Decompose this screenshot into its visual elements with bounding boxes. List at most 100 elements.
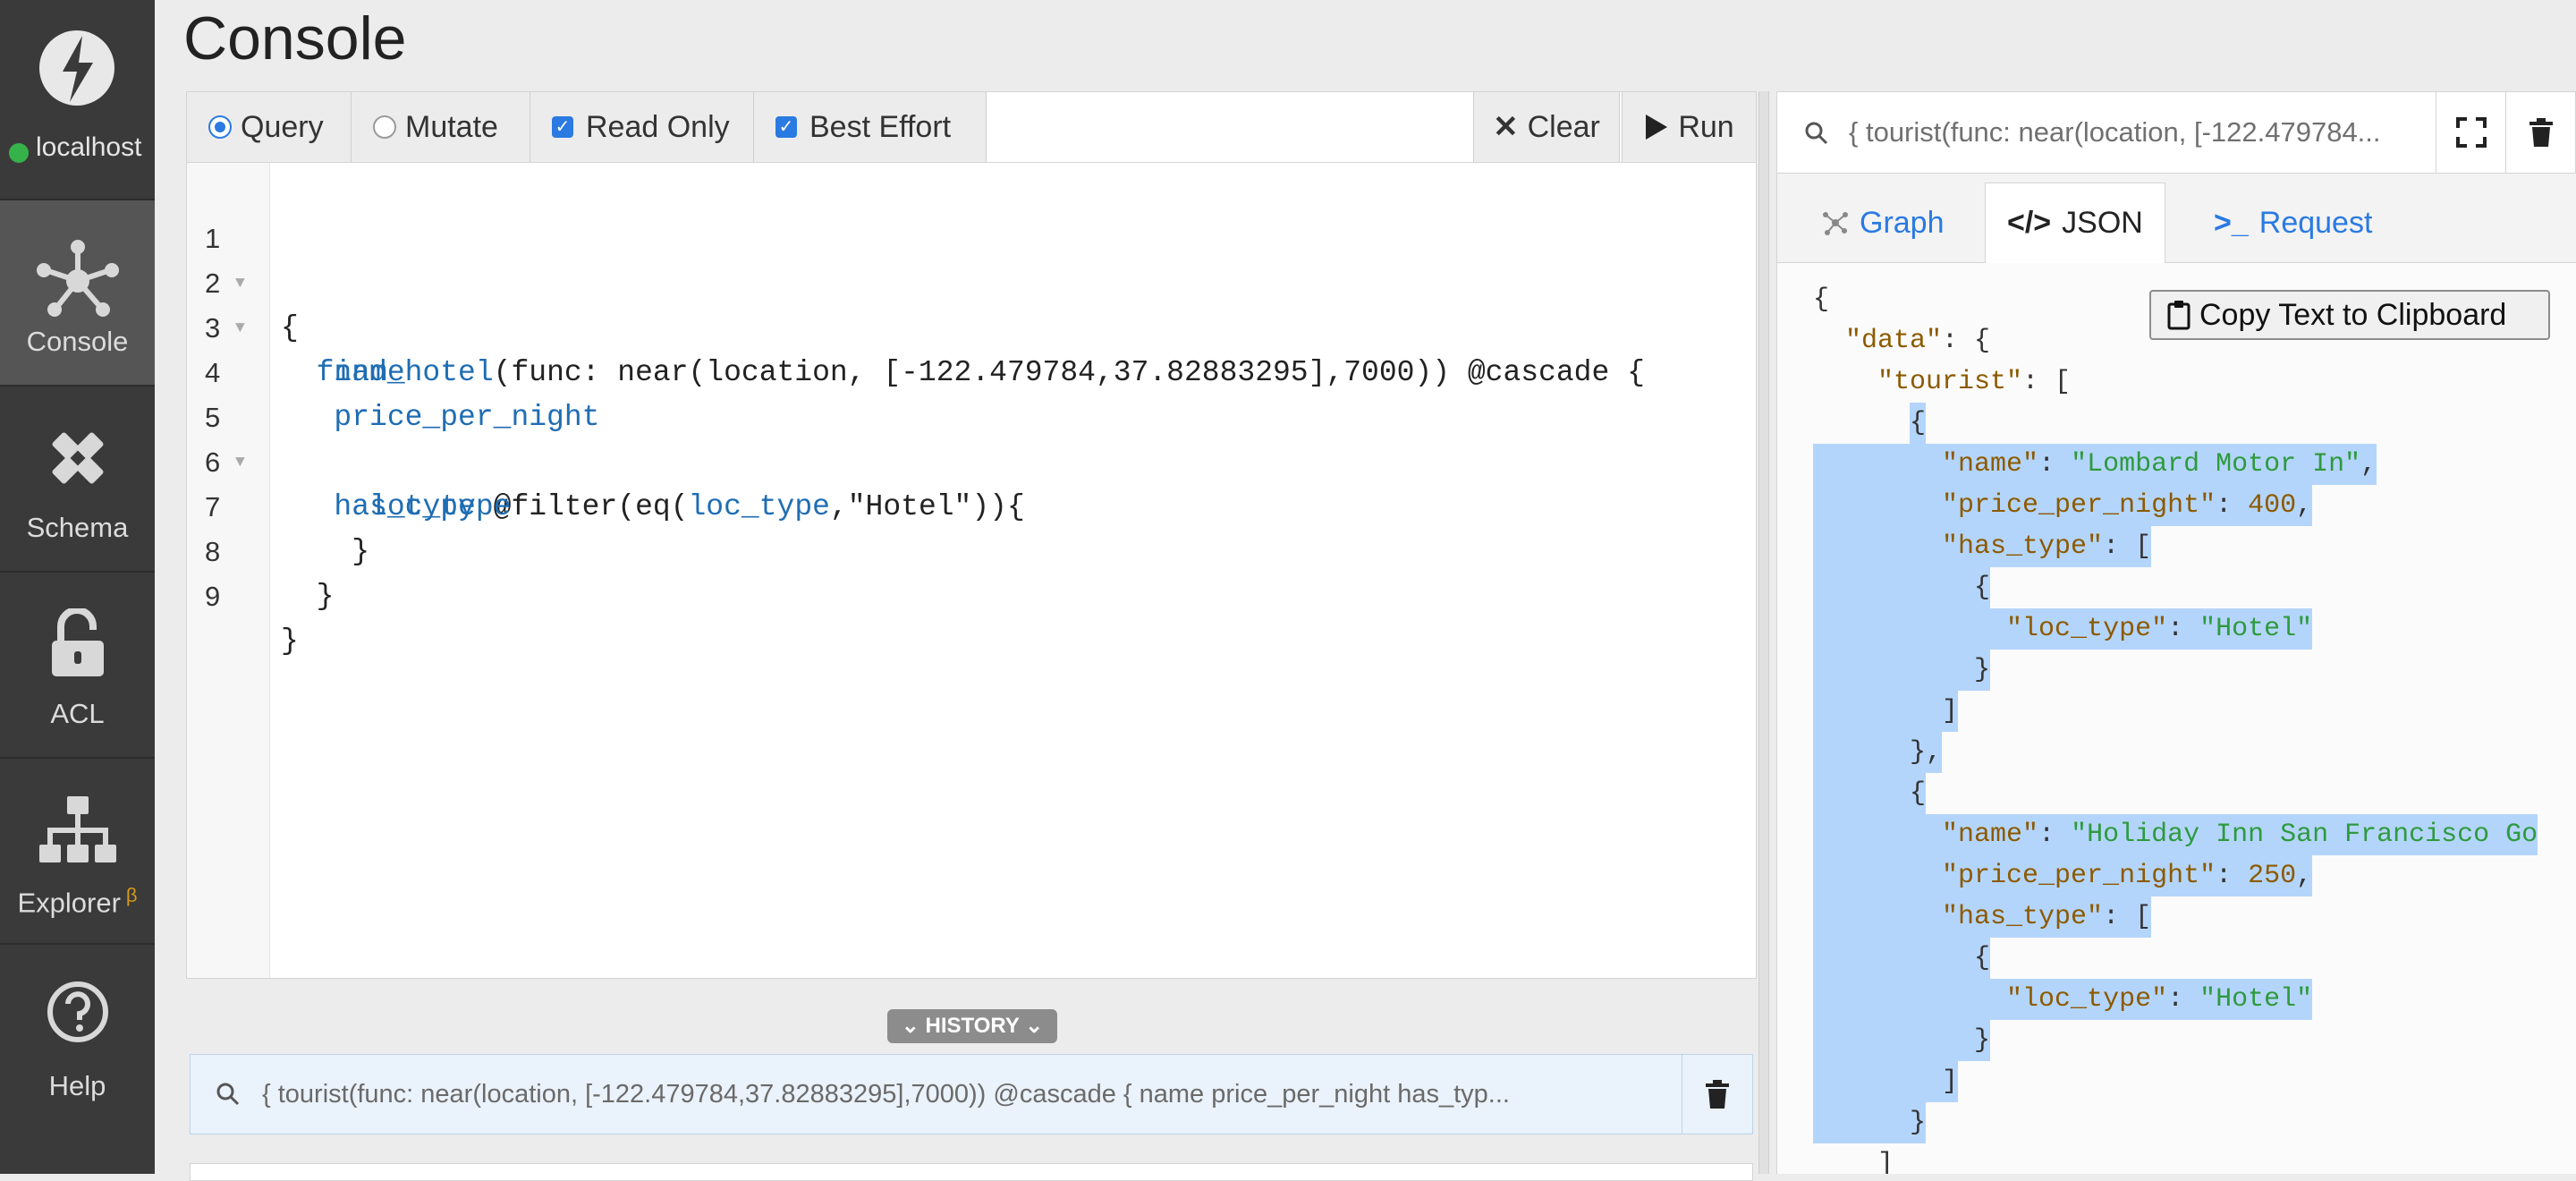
json-line: ]: [1777, 691, 2576, 732]
json-text: "price_per_night": 400,: [1942, 490, 2313, 521]
graph-icon: [1823, 212, 1848, 235]
json-text: "loc_type": "Hotel": [2006, 614, 2313, 644]
beta-badge: β: [125, 884, 138, 906]
read-only-checkbox[interactable]: ✓ Read Only: [530, 92, 754, 162]
code-line: 6 loc_type: [187, 395, 1756, 523]
tab-request-label: Request: [2258, 205, 2373, 240]
json-line: ]: [1777, 1143, 2576, 1174]
run-button[interactable]: Run: [1622, 92, 1756, 162]
dgraph-logo-icon: [39, 30, 114, 106]
checkbox-checked-icon: ✓: [775, 116, 797, 138]
history-entry[interactable]: [190, 1163, 1753, 1181]
tab-json-label: JSON: [2062, 206, 2143, 240]
sidebar-item-console[interactable]: Console: [0, 199, 155, 385]
json-line: {: [1777, 938, 2576, 979]
json-text: "price_per_night": 250,: [1942, 861, 2313, 891]
query-radio[interactable]: Query: [187, 92, 352, 162]
tab-request[interactable]: >_ Request: [2192, 183, 2394, 263]
json-text: }: [1813, 655, 1991, 685]
expand-icon: [2456, 117, 2487, 148]
clipboard-icon: [2167, 301, 2190, 330]
history-label: HISTORY: [925, 1014, 1020, 1038]
sidebar-item-label: Explorer β: [17, 884, 138, 919]
delete-result-button[interactable]: [2505, 92, 2576, 173]
sidebar-item-explorer[interactable]: Explorer β: [0, 757, 155, 943]
json-text: ]: [1813, 1066, 1959, 1097]
json-line: "name": "Holiday Inn San Francisco Go: [1777, 814, 2576, 855]
history-toggle[interactable]: ⌄ HISTORY ⌄: [887, 1009, 1057, 1043]
tab-json[interactable]: </> JSON: [1985, 183, 2165, 264]
json-text: },: [1813, 737, 1943, 768]
json-text: {: [1813, 778, 1927, 809]
terminal-icon: >_: [2214, 205, 2249, 240]
editor-toolbar: Query Mutate ✓ Read Only ✓ Best Effort ✕…: [186, 91, 1757, 163]
logo[interactable]: localhost: [0, 0, 155, 197]
mutate-label: Mutate: [405, 109, 498, 144]
search-icon: [1805, 122, 1828, 145]
json-text: "name": "Lombard Motor In",: [1942, 449, 2377, 480]
code-line: 7 }: [187, 440, 1756, 568]
mutate-radio[interactable]: Mutate: [352, 92, 530, 162]
json-line: "price_per_night": 400,: [1777, 485, 2576, 526]
fullscreen-button[interactable]: [2436, 92, 2506, 173]
console-hub-icon: [36, 240, 119, 317]
json-line: {: [1777, 567, 2576, 608]
json-line: "price_per_night": 250,: [1777, 855, 2576, 896]
json-line: "has_type": [: [1777, 896, 2576, 938]
json-text: {: [1813, 573, 1991, 603]
trash-icon: [2529, 118, 2553, 147]
code-line: 9 }: [187, 530, 1756, 658]
question-circle-icon: [47, 981, 108, 1042]
sidebar-item-label: Console: [26, 326, 129, 357]
read-only-label: Read Only: [586, 109, 730, 144]
json-viewer[interactable]: Copy Text to Clipboard { "data": { "tour…: [1776, 263, 2576, 1174]
best-effort-label: Best Effort: [809, 109, 952, 144]
json-text: ]: [1813, 696, 1959, 726]
sidebar-item-help[interactable]: Help: [0, 943, 155, 1129]
code-line: 5 ▼ has_type @filter(eq(loc_type,"Hotel"…: [187, 351, 1756, 523]
status-dot: [9, 143, 29, 163]
json-text: ]: [1813, 1149, 1894, 1174]
panel-resize-handle[interactable]: [1758, 91, 1769, 1174]
json-line: "tourist": [: [1777, 361, 2576, 403]
pencil-ruler-icon: [52, 432, 103, 484]
play-icon: [1646, 115, 1668, 140]
json-line: }: [1777, 650, 2576, 691]
result-tabs: Graph </> JSON >_ Request: [1776, 174, 2576, 264]
unlock-icon: [51, 608, 104, 676]
json-line: ]: [1777, 1061, 2576, 1102]
tab-graph[interactable]: Graph: [1799, 183, 1966, 263]
history-entry[interactable]: { tourist(func: near(location, [-122.479…: [190, 1054, 1753, 1134]
code-icon: </>: [2007, 206, 2052, 240]
hierarchy-icon: [38, 796, 116, 862]
json-text: "loc_type": "Hotel": [2006, 984, 2313, 1015]
copy-to-clipboard-button[interactable]: Copy Text to Clipboard: [2149, 290, 2550, 340]
code-line: 2 ▼ find_hotel(func: near(location, [-12…: [187, 217, 1756, 389]
close-icon: ✕: [1493, 110, 1519, 144]
sidebar-item-schema[interactable]: Schema: [0, 385, 155, 571]
chevron-down-icon: ⌄: [1025, 1014, 1044, 1038]
json-text: "tourist": [: [1877, 367, 2072, 397]
code-text: }: [281, 624, 299, 658]
clear-label: Clear: [1527, 109, 1600, 144]
json-line: "has_type": [: [1777, 526, 2576, 567]
sidebar-item-acl[interactable]: ACL: [0, 571, 155, 757]
sidebar-item-label: ACL: [50, 698, 105, 729]
clear-button[interactable]: ✕ Clear: [1473, 92, 1620, 162]
json-line: },: [1777, 732, 2576, 773]
json-text: }: [1813, 1108, 1927, 1138]
run-label: Run: [1678, 109, 1734, 144]
json-text: "has_type": [: [1942, 902, 2152, 932]
best-effort-checkbox[interactable]: ✓ Best Effort: [754, 92, 987, 162]
query-editor[interactable]: 1 ▼ { 2 ▼ find_hotel(func: near(location…: [186, 163, 1757, 979]
json-text: "name": "Holiday Inn San Francisco Go: [1942, 820, 2538, 850]
json-line: "name": "Lombard Motor In",: [1777, 444, 2576, 485]
search-icon: [216, 1083, 240, 1106]
query-label: Query: [241, 109, 324, 144]
json-line: {: [1777, 773, 2576, 814]
result-query-text[interactable]: { tourist(func: near(location, [-122.479…: [1849, 92, 2412, 173]
code-line: 3 name: [187, 261, 1756, 389]
delete-history-button[interactable]: [1682, 1055, 1752, 1134]
copy-label: Copy Text to Clipboard: [2199, 297, 2507, 332]
checkbox-checked-icon: ✓: [552, 116, 573, 138]
